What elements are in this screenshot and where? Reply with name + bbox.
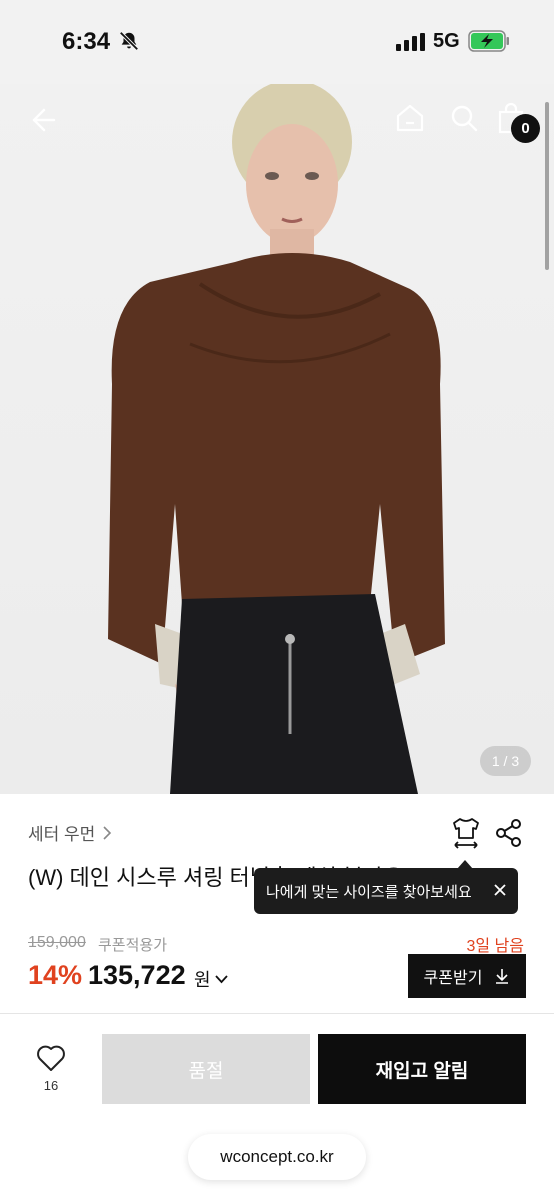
network-label: 5G <box>433 30 460 52</box>
size-tooltip: 나에게 맞는 사이즈를 찾아보세요 <box>254 868 518 914</box>
share-icon[interactable] <box>494 818 524 848</box>
back-arrow-icon[interactable] <box>26 104 58 136</box>
heart-icon <box>37 1045 65 1071</box>
browser-url-bar[interactable]: wconcept.co.kr <box>188 1134 366 1180</box>
image-page-counter: 1 / 3 <box>480 746 531 776</box>
brand-category-link[interactable]: 세터 우먼 <box>28 820 113 845</box>
product-image-carousel[interactable]: 0 1 / 3 <box>0 84 554 794</box>
restock-alert-button[interactable]: 재입고 알림 <box>318 1034 526 1104</box>
currency-unit: 원 <box>194 970 211 990</box>
chevron-down-icon <box>214 975 228 984</box>
size-guide-icon[interactable] <box>450 816 482 850</box>
days-left-badge: 3일 남음 <box>466 938 524 955</box>
discount-rate: 14% <box>28 960 83 990</box>
original-price: 159,000 <box>28 934 86 951</box>
download-icon <box>496 969 509 984</box>
home-icon[interactable] <box>394 102 426 134</box>
section-divider <box>0 1013 554 1014</box>
category-label: 세터 우먼 <box>28 825 96 844</box>
sold-out-button: 품절 <box>102 1034 310 1104</box>
coupon-price-note: 쿠폰적용가 <box>98 937 168 954</box>
scroll-indicator <box>545 102 549 270</box>
sale-price: 135,722 <box>88 960 186 990</box>
product-photo <box>108 84 445 794</box>
chevron-right-icon <box>103 825 112 840</box>
status-time: 6:34 <box>62 28 111 55</box>
search-icon[interactable] <box>448 102 480 134</box>
close-icon[interactable] <box>492 882 508 898</box>
price-detail-toggle[interactable]: 원 <box>194 966 228 992</box>
download-coupon-button[interactable]: 쿠폰받기 <box>408 954 526 998</box>
battery-charging-icon <box>468 30 509 52</box>
tooltip-text: 나에게 맞는 사이즈를 찾아보세요 <box>266 883 472 901</box>
status-bar: 6:34 5G <box>0 0 554 84</box>
like-button[interactable]: 16 <box>30 1044 72 1098</box>
signal-icon <box>396 33 425 51</box>
bell-muted-icon <box>119 31 139 51</box>
cart-count-badge: 0 <box>511 114 540 143</box>
like-count: 16 <box>43 1078 59 1093</box>
coupon-button-label: 쿠폰받기 <box>423 970 483 987</box>
